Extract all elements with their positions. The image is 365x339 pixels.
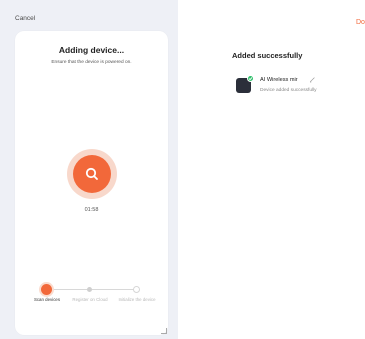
device-name: AI Wireless mir [260,77,298,83]
progress-track [47,289,138,290]
success-title: Added successfully [232,51,303,60]
resize-handle[interactable] [161,328,167,334]
step-label-scan: Scan devices [33,297,61,302]
countdown-timer: 01:58 [84,207,99,213]
scan-button[interactable] [73,155,111,193]
edit-pencil-icon[interactable] [309,76,316,83]
adding-device-screen: Cancel Adding device... Ensure that the … [0,0,178,339]
done-button[interactable]: Do [356,19,365,26]
page-title: Adding device... [58,45,125,55]
adding-device-card: Adding device... Ensure that the device … [15,31,168,335]
step-label-register: Register on Cloud [72,297,108,302]
check-icon [247,75,254,82]
step-dot-scan [41,284,52,295]
step-dot-register [87,287,92,292]
step-dot-initialize [133,286,140,293]
search-icon [85,167,98,180]
device-status: Device added successfully [260,88,317,93]
cancel-button[interactable]: Cancel [15,15,35,22]
page-subtitle: Ensure that the device is powered on. [51,60,132,65]
step-label-initialize: Initialize the device [118,297,156,302]
